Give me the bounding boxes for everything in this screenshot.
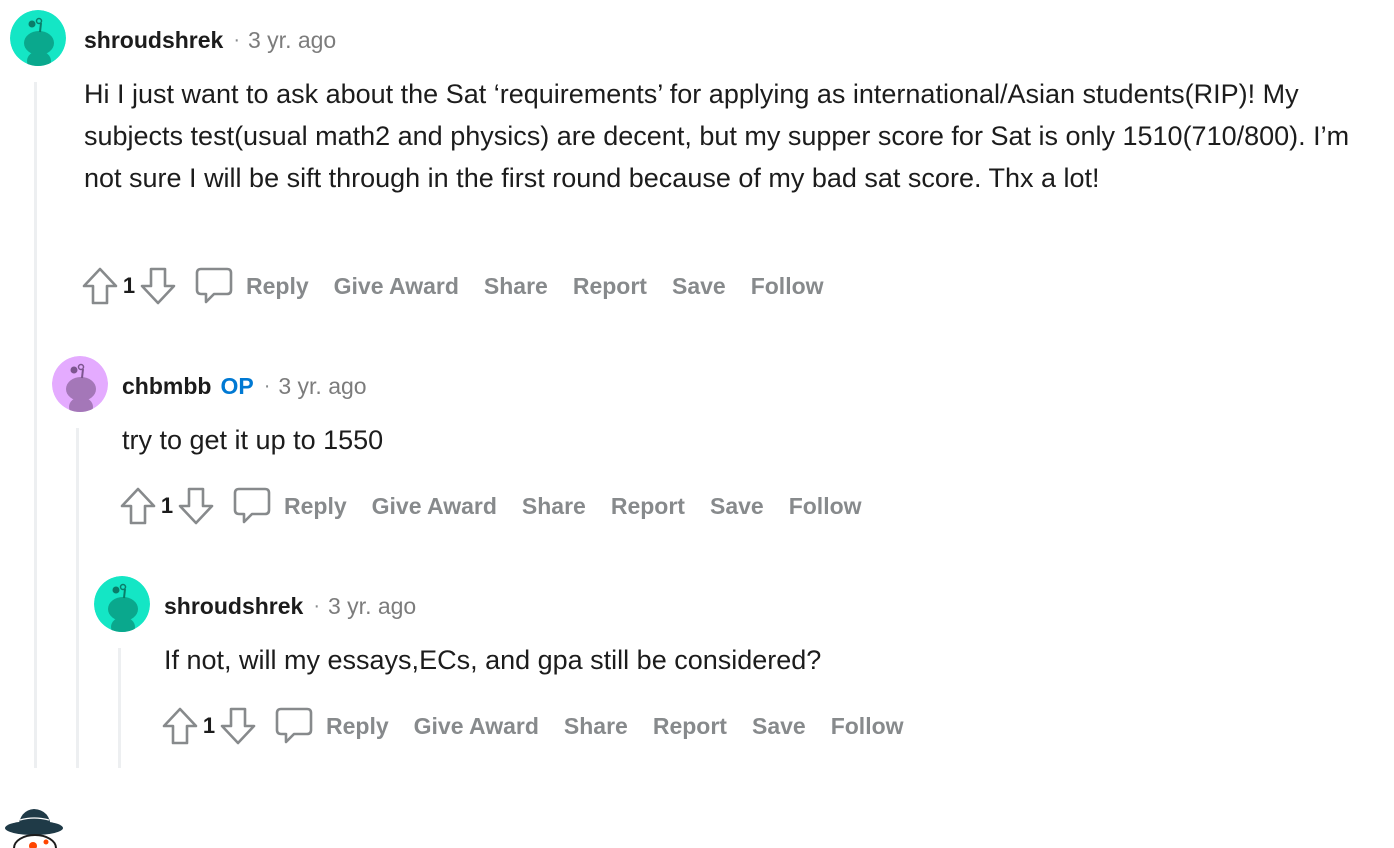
- downvote-button[interactable]: [218, 704, 258, 748]
- comment-body: try to get it up to 1550: [122, 425, 384, 455]
- author-name[interactable]: shroudshrek: [164, 592, 303, 620]
- upvote-button[interactable]: [118, 484, 158, 528]
- comment-body: If not, will my essays,ECs, and gpa stil…: [164, 645, 822, 675]
- reply-icon-button[interactable]: [274, 704, 314, 748]
- upvote-arrow-icon: [162, 707, 198, 745]
- downvote-arrow-icon: [140, 267, 176, 305]
- snoo-avatar-icon: [5, 809, 63, 848]
- downvote-button[interactable]: [176, 484, 216, 528]
- save-button[interactable]: Save: [752, 713, 806, 740]
- reply-button[interactable]: Reply: [326, 713, 389, 740]
- comment-meta: chbmbb OP · 3 yr. ago: [122, 372, 367, 400]
- speech-bubble-icon: [195, 267, 233, 304]
- share-button[interactable]: Share: [484, 273, 548, 300]
- snoo-avatar-icon: [94, 576, 150, 632]
- vote-score: 1: [160, 493, 174, 518]
- vote-score: 1: [202, 713, 216, 738]
- separator-dot: ·: [233, 29, 240, 51]
- comment-actions: 1 Reply Give Award Share Report Save Fol…: [118, 484, 862, 528]
- save-button[interactable]: Save: [710, 493, 764, 520]
- upvote-button[interactable]: [80, 264, 120, 308]
- thread-line[interactable]: [34, 82, 37, 768]
- op-badge: OP: [220, 373, 254, 399]
- vote-score: 1: [122, 273, 136, 298]
- share-button[interactable]: Share: [522, 493, 586, 520]
- upvote-button[interactable]: [160, 704, 200, 748]
- follow-button[interactable]: Follow: [789, 493, 862, 520]
- follow-button[interactable]: Follow: [751, 273, 824, 300]
- author-name[interactable]: chbmbb: [122, 372, 211, 400]
- comment-timestamp[interactable]: 3 yr. ago: [248, 26, 336, 54]
- next-comment-avatar[interactable]: [4, 806, 66, 848]
- thread-line[interactable]: [118, 648, 121, 768]
- downvote-arrow-icon: [178, 487, 214, 525]
- snoo-avatar-icon: [52, 356, 108, 412]
- comment-body: Hi I just want to ask about the Sat ‘req…: [84, 79, 1350, 193]
- give-award-button[interactable]: Give Award: [334, 273, 459, 300]
- downvote-button[interactable]: [138, 264, 178, 308]
- user-avatar[interactable]: [10, 10, 66, 66]
- reply-icon-button[interactable]: [232, 484, 272, 528]
- user-avatar[interactable]: [94, 576, 150, 632]
- separator-dot: ·: [263, 375, 271, 397]
- reply-icon-button[interactable]: [194, 264, 234, 308]
- comment-actions: 1 Reply Give Award Share Report Save Fol…: [160, 704, 904, 748]
- give-award-button[interactable]: Give Award: [414, 713, 539, 740]
- report-button[interactable]: Report: [611, 493, 685, 520]
- reply-button[interactable]: Reply: [284, 493, 347, 520]
- report-button[interactable]: Report: [653, 713, 727, 740]
- user-avatar[interactable]: [52, 356, 108, 412]
- report-button[interactable]: Report: [573, 273, 647, 300]
- upvote-arrow-icon: [120, 487, 156, 525]
- comment-timestamp[interactable]: 3 yr. ago: [328, 592, 416, 620]
- speech-bubble-icon: [275, 707, 313, 744]
- comment-meta: shroudshrek · 3 yr. ago: [84, 26, 336, 54]
- snoo-avatar-icon: [10, 10, 66, 66]
- reply-button[interactable]: Reply: [246, 273, 309, 300]
- speech-bubble-icon: [233, 487, 271, 524]
- downvote-arrow-icon: [220, 707, 256, 745]
- author-name[interactable]: shroudshrek: [84, 26, 223, 54]
- comment-timestamp[interactable]: 3 yr. ago: [278, 372, 366, 400]
- save-button[interactable]: Save: [672, 273, 726, 300]
- give-award-button[interactable]: Give Award: [372, 493, 497, 520]
- separator-dot: ·: [313, 595, 320, 617]
- thread-line[interactable]: [76, 428, 79, 768]
- comment-meta: shroudshrek · 3 yr. ago: [164, 592, 416, 620]
- follow-button[interactable]: Follow: [831, 713, 904, 740]
- comment-actions: 1 Reply Give Award Share Report Save Fol…: [80, 264, 824, 308]
- upvote-arrow-icon: [82, 267, 118, 305]
- share-button[interactable]: Share: [564, 713, 628, 740]
